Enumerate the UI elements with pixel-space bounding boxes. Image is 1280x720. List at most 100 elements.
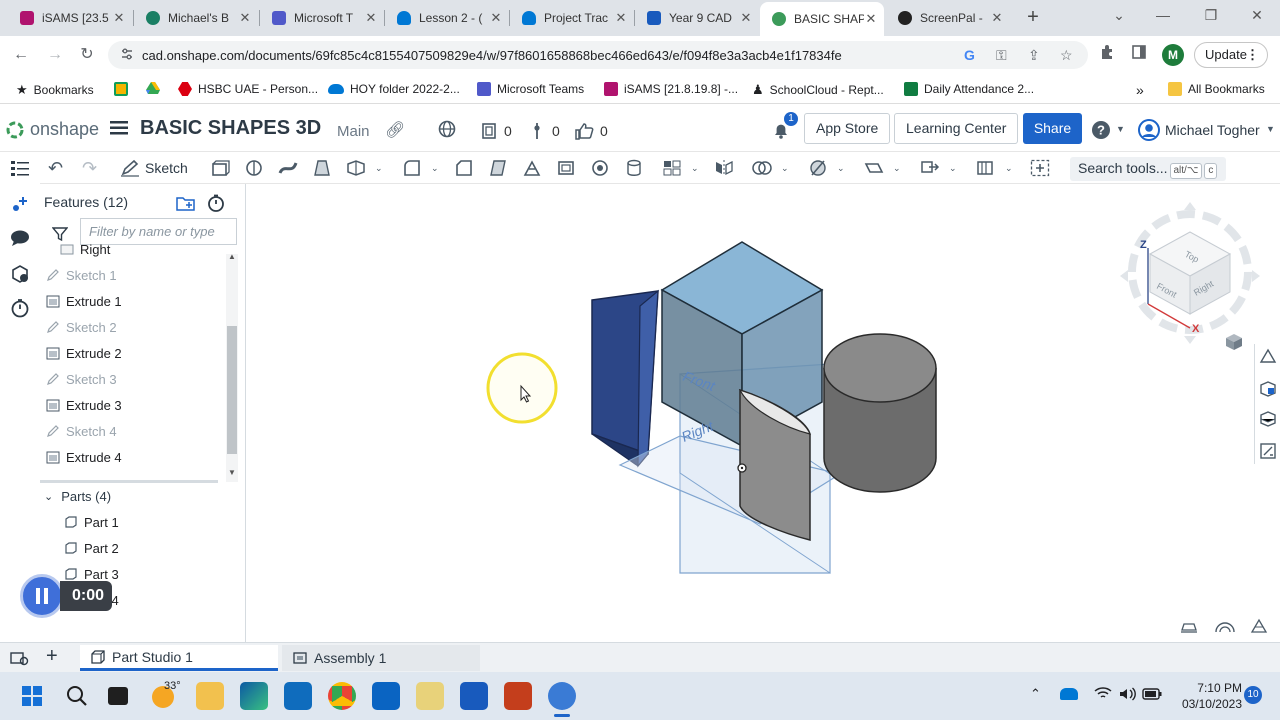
close-tab-icon[interactable]: ✕: [864, 11, 878, 27]
globe-public-icon[interactable]: [438, 120, 456, 141]
units-icon[interactable]: [1250, 618, 1268, 637]
side-panel-icon[interactable]: [1128, 44, 1150, 66]
transform-dropdown-icon[interactable]: ⌄: [949, 163, 957, 173]
feature-row-extrude-2[interactable]: Extrude 2: [46, 340, 122, 366]
tab-part-studio-1[interactable]: Part Studio 1: [80, 645, 278, 671]
close-tab-icon[interactable]: ✕: [238, 10, 252, 26]
close-tab-icon[interactable]: ✕: [364, 10, 378, 26]
app-store-button[interactable]: App Store: [804, 113, 891, 144]
mirror-icon[interactable]: [714, 159, 734, 177]
browser-tab-project-tracker[interactable]: Project Trac ✕: [510, 4, 634, 32]
feature-row-sketch-2[interactable]: Sketch 2: [46, 314, 117, 340]
scroll-down-arrow-icon[interactable]: ▼: [228, 468, 236, 477]
kebab-menu-icon[interactable]: ⋮: [1246, 43, 1259, 67]
part-row-2[interactable]: Part 2: [64, 535, 119, 561]
mass-properties-icon[interactable]: [1180, 620, 1198, 637]
close-window-icon[interactable]: ✕: [1242, 4, 1272, 26]
thicken-icon[interactable]: [346, 159, 366, 177]
feature-row-sketch-4[interactable]: Sketch 4: [46, 418, 117, 444]
branches-count[interactable]: 0: [532, 122, 560, 140]
microsoft-store-icon[interactable]: [284, 682, 312, 710]
add-custom-feature-icon[interactable]: [1030, 159, 1050, 177]
bookmark-classroom[interactable]: [114, 82, 134, 96]
part-row-1[interactable]: Part 1: [64, 509, 119, 535]
feature-row-sketch-1[interactable]: Sketch 1: [46, 262, 117, 288]
analysis-tools-icon[interactable]: [1214, 620, 1236, 637]
browser-tab-year-9-cad[interactable]: Year 9 CAD ✕: [635, 4, 759, 32]
learning-center-button[interactable]: Learning Center: [894, 113, 1019, 144]
onshape-logo[interactable]: onshape: [6, 119, 99, 140]
configurations-icon[interactable]: [10, 264, 30, 284]
back-arrow-icon[interactable]: ←: [10, 44, 32, 66]
battery-icon[interactable]: [1142, 688, 1162, 703]
share-button[interactable]: Share: [1023, 113, 1082, 144]
add-tab-icon[interactable]: +: [46, 645, 58, 668]
measure-tool-icon[interactable]: [1259, 442, 1277, 463]
browser-tab-screenpal[interactable]: ScreenPal - ✕: [886, 4, 1010, 32]
search-tools-input[interactable]: Search tools... alt/⌥ c: [1070, 157, 1226, 181]
screen-recorder-player[interactable]: 0:00: [20, 574, 113, 618]
restore-window-icon[interactable]: ❐: [1196, 4, 1226, 26]
extensions-puzzle-icon[interactable]: [1096, 44, 1118, 66]
transform-icon[interactable]: [920, 159, 940, 177]
chamfer-icon[interactable]: [454, 159, 474, 177]
bookmark-daily-attendance[interactable]: Daily Attendance 2...: [904, 82, 1034, 96]
likes-count[interactable]: 0: [574, 122, 608, 140]
reload-icon[interactable]: ↻: [76, 44, 98, 66]
extrude-icon[interactable]: [210, 159, 230, 177]
browser-tab-basic-shapes[interactable]: BASIC SHAP ✕: [760, 2, 884, 36]
versions-count[interactable]: 0: [480, 122, 512, 140]
onedrive-tray-icon[interactable]: [1060, 688, 1078, 700]
notification-center-badge[interactable]: 10: [1244, 686, 1262, 704]
loft-icon[interactable]: [312, 159, 332, 177]
close-tab-icon[interactable]: ✕: [614, 10, 628, 26]
site-info-icon[interactable]: [120, 47, 134, 63]
comments-icon[interactable]: [10, 228, 30, 248]
fillet-icon[interactable]: [402, 159, 422, 177]
revolve-icon[interactable]: [244, 159, 264, 177]
file-explorer-icon[interactable]: [196, 682, 224, 710]
bookmark-isams[interactable]: iSAMS [21.8.19.8] -...: [604, 82, 738, 96]
taskbar-search-icon[interactable]: [66, 685, 88, 710]
redo-icon[interactable]: ↷: [82, 159, 102, 177]
browser-tab-lesson-2[interactable]: Lesson 2 - ( ✕: [385, 4, 509, 32]
password-key-icon[interactable]: ⚿: [996, 47, 1007, 64]
feature-row-extrude-3[interactable]: Extrude 3: [46, 392, 122, 418]
split-icon[interactable]: [808, 159, 828, 177]
feature-list-scrollbar[interactable]: ▲ ▼: [226, 252, 238, 482]
tab-assembly-1[interactable]: Assembly 1: [282, 645, 480, 671]
bookmark-microsoft-teams[interactable]: Microsoft Teams: [477, 82, 584, 96]
user-menu-dropdown-icon[interactable]: ▼: [1266, 124, 1275, 134]
minimize-window-icon[interactable]: —: [1148, 4, 1178, 26]
profile-avatar[interactable]: M: [1162, 44, 1184, 66]
feature-row-extrude-1[interactable]: Extrude 1: [46, 288, 122, 314]
plane-icon[interactable]: [864, 159, 884, 177]
bookmarks-overflow-icon[interactable]: »: [1136, 82, 1144, 98]
delete-part-icon[interactable]: [976, 159, 996, 177]
close-tab-icon[interactable]: ✕: [112, 10, 126, 26]
word-app-icon[interactable]: [460, 682, 488, 710]
chrome-icon[interactable]: [328, 682, 356, 710]
rib-icon[interactable]: [522, 159, 542, 177]
feature-row-extrude-4[interactable]: Extrude 4: [46, 444, 122, 470]
feature-row-sketch-3[interactable]: Sketch 3: [46, 366, 117, 392]
user-name[interactable]: Michael Togher: [1165, 122, 1260, 138]
help-dropdown-icon[interactable]: ▼: [1116, 124, 1125, 134]
boolean-icon[interactable]: [752, 159, 772, 177]
scroll-up-arrow-icon[interactable]: ▲: [228, 252, 236, 261]
user-avatar-icon[interactable]: [1138, 119, 1160, 144]
close-tab-icon[interactable]: ✕: [489, 10, 503, 26]
plane-dropdown-icon[interactable]: ⌄: [893, 163, 901, 173]
address-bar[interactable]: cad.onshape.com/documents/69fc85c4c81554…: [108, 41, 1088, 69]
thicken-dropdown-icon[interactable]: ⌄: [375, 163, 383, 173]
display-states-icon[interactable]: [1259, 380, 1277, 401]
add-folder-icon[interactable]: [176, 194, 196, 215]
close-tab-icon[interactable]: ✕: [739, 10, 753, 26]
system-tray-chevron-icon[interactable]: ⌃: [1030, 686, 1041, 702]
boolean-dropdown-icon[interactable]: ⌄: [781, 163, 789, 173]
insert-part-icon[interactable]: [10, 194, 30, 214]
hamburger-menu-icon[interactable]: [110, 121, 128, 135]
rollback-stopwatch-icon[interactable]: [206, 193, 226, 216]
google-lens-icon[interactable]: G: [964, 47, 975, 63]
parts-section-header[interactable]: ⌄ Parts (4): [44, 483, 111, 509]
